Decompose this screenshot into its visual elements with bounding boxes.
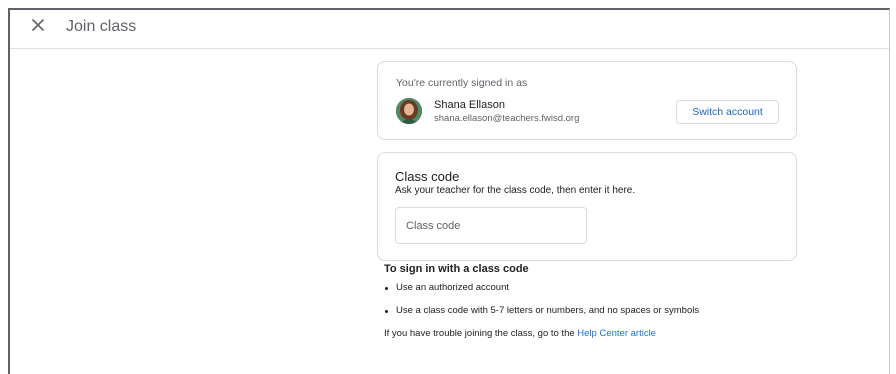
help-footer-text: If you have trouble joining the class, g… [384, 328, 578, 339]
help-item: Use an authorized account [384, 282, 804, 293]
page-title: Join class [66, 18, 137, 35]
help-title: To sign in with a class code [384, 263, 529, 275]
class-code-card: Class code Ask your teacher for the clas… [377, 152, 797, 261]
switch-account-button[interactable]: Switch account [676, 100, 779, 124]
class-code-heading: Class code [395, 169, 460, 184]
help-list: Use an authorized account Use a class co… [384, 282, 804, 316]
user-name: Shana Ellason [434, 99, 505, 111]
class-code-description: Ask your teacher for the class code, the… [395, 185, 636, 196]
avatar [396, 98, 422, 124]
class-code-field [395, 207, 587, 244]
top-bar: Join class [10, 10, 889, 49]
user-email: shana.ellason@teachers.fwisd.org [434, 113, 580, 124]
help-item: Use a class code with 5-7 letters or num… [384, 305, 804, 316]
close-button[interactable] [28, 17, 48, 37]
close-icon [32, 18, 44, 36]
help-center-link[interactable]: Help Center article [577, 328, 656, 339]
account-card: You're currently signed in as Shana Ella… [377, 61, 797, 140]
class-code-input[interactable] [396, 208, 586, 243]
signed-in-label: You're currently signed in as [396, 77, 528, 89]
help-section: To sign in with a class code Use an auth… [384, 263, 804, 339]
help-footer: If you have trouble joining the class, g… [384, 328, 804, 339]
